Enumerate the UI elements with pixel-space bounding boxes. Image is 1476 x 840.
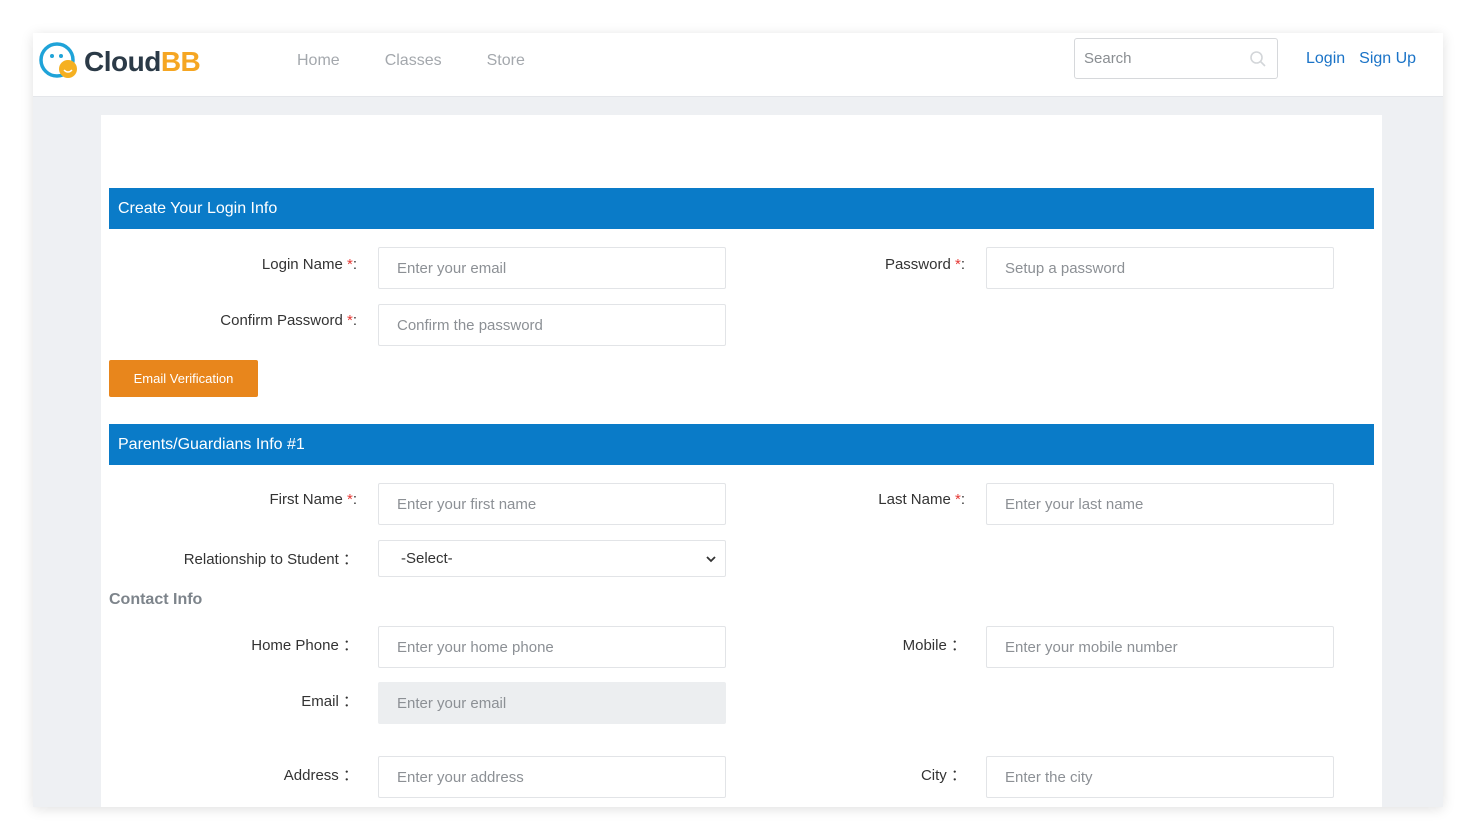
confirm-password-label: Confirm Password *: [220,312,357,329]
cloud-face-logo-icon [38,42,80,82]
home-phone-field [378,626,726,668]
mobile-field [986,626,1334,668]
contact-info-heading: Contact Info [109,591,203,608]
address-field [378,756,726,798]
relationship-select[interactable]: -Select- [378,540,726,577]
password-label: Password *: [884,256,965,273]
city-input[interactable] [987,757,1333,797]
email-input[interactable] [379,683,725,723]
city-label: City ： [920,767,966,784]
first-name-label: First Name *: [269,491,357,508]
first-name-field [378,483,726,525]
email-verification-button[interactable]: Email Verification [109,360,258,397]
password-field [986,247,1334,289]
email-field [378,682,726,724]
nav-store-link[interactable]: Store [487,52,525,70]
logo-wordmark: CloudBB [84,46,201,77]
confirm-password-field [378,304,726,346]
address-label: Address ： [283,767,358,784]
parents-info-section-header: Parents/Guardians Info #1 [109,424,1374,465]
confirm-password-input[interactable] [379,305,725,345]
relationship-selected-value: -Select- [401,550,453,567]
login-name-label: Login Name *: [261,256,357,273]
first-name-input[interactable] [379,484,725,524]
nav-home-link[interactable]: Home [297,52,340,70]
home-phone-label: Home Phone ： [251,637,358,654]
cloudbb-logo[interactable]: CloudBB [38,42,201,82]
auth-links: Login Sign Up [1306,50,1430,68]
search-box [1074,38,1278,79]
city-field [986,756,1334,798]
last-name-field [986,483,1334,525]
home-phone-input[interactable] [379,627,725,667]
login-name-field [378,247,726,289]
login-link[interactable]: Login [1306,50,1345,68]
password-input[interactable] [987,248,1333,288]
app-window: CloudBB Home Classes Store Login Sign Up… [33,33,1443,807]
login-info-section-header: Create Your Login Info [109,188,1374,229]
search-icon[interactable] [1249,50,1267,68]
registration-form: Create Your Login Info Login Name *: Pas… [101,115,1382,807]
search-input[interactable] [1075,39,1245,78]
email-label: Email ： [301,693,358,710]
last-name-label: Last Name *: [878,491,965,508]
main-nav: Home Classes Store [297,52,570,70]
login-name-input[interactable] [379,248,725,288]
address-input[interactable] [379,757,725,797]
mobile-label: Mobile ： [902,637,966,654]
nav-classes-link[interactable]: Classes [385,52,442,70]
mobile-input[interactable] [987,627,1333,667]
relationship-label: Relationship to Student ： [183,551,358,568]
signup-link[interactable]: Sign Up [1359,50,1416,68]
last-name-input[interactable] [987,484,1333,524]
top-header: CloudBB Home Classes Store Login Sign Up [33,33,1443,97]
chevron-down-icon [705,552,717,564]
